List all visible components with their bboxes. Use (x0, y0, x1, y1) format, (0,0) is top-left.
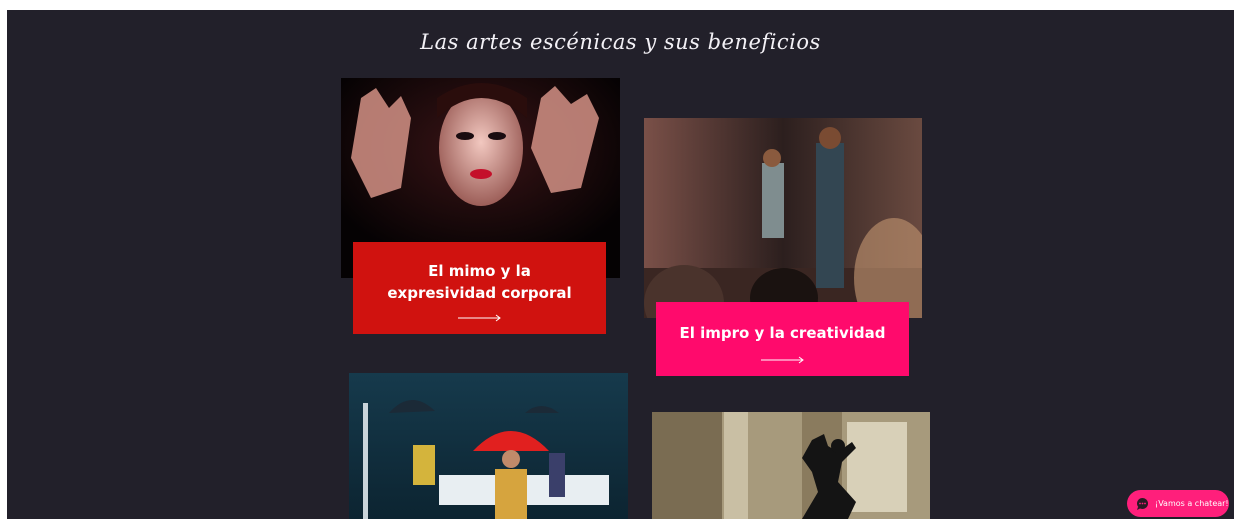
card-impro-title: El impro y la creatividad (679, 324, 886, 342)
improv-photo (644, 118, 922, 318)
section-title: Las artes escénicas y sus beneficios (420, 30, 821, 54)
chat-button[interactable]: ¡Vamos a chatear! (1127, 490, 1229, 517)
chat-bubble-icon (1136, 497, 1149, 510)
long-arrow-right-icon (760, 356, 805, 364)
page-frame: Las artes escénicas y sus beneficios El … (7, 10, 1234, 519)
chat-button-label: ¡Vamos a chatear! (1155, 499, 1229, 508)
dancer-photo (652, 412, 930, 519)
long-arrow-right-icon (457, 314, 502, 322)
card-impro[interactable]: El impro y la creatividad (656, 302, 909, 376)
card-mimo[interactable]: El mimo y la expresividad corporal (353, 242, 606, 334)
card-mimo-title: El mimo y la expresividad corporal (387, 262, 572, 302)
umbrella-stage-photo (349, 373, 628, 519)
